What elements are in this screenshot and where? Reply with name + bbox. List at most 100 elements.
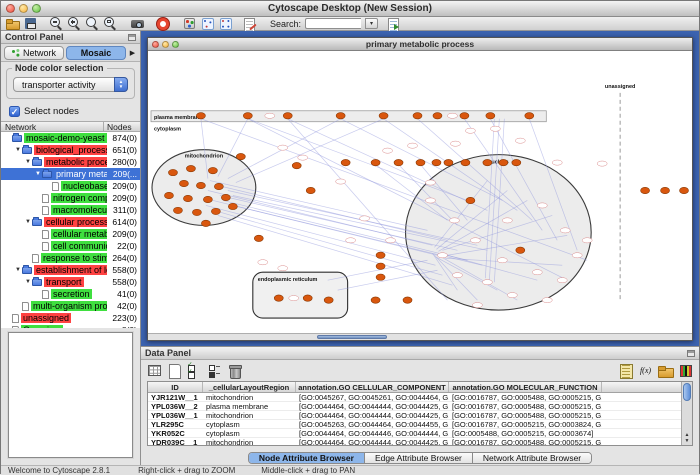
help-icon[interactable] [157, 18, 169, 30]
gene-node[interactable] [502, 218, 512, 223]
selected-gene-node[interactable] [179, 180, 188, 186]
network-tree-item[interactable]: response to stimulu264(0) [1, 252, 140, 264]
selected-gene-node[interactable] [341, 159, 350, 165]
import-table-icon[interactable] [386, 17, 399, 30]
gene-node[interactable] [346, 238, 356, 243]
selected-gene-node[interactable] [499, 159, 508, 165]
column-header[interactable]: ID [148, 382, 203, 392]
selected-gene-node[interactable] [324, 297, 333, 303]
collapse-triangle-icon[interactable]: ▼ [24, 279, 32, 285]
gene-node[interactable] [437, 253, 447, 258]
selected-gene-node[interactable] [403, 297, 412, 303]
selected-gene-node[interactable] [214, 183, 223, 189]
gene-node[interactable] [560, 228, 570, 233]
selected-gene-node[interactable] [413, 113, 422, 119]
scrollbar-thumb[interactable] [683, 383, 691, 401]
vizmapper-icon[interactable] [183, 17, 196, 30]
scrollbar-thumb[interactable] [317, 335, 388, 339]
tab-network[interactable]: Network [4, 46, 64, 60]
network-tree-item[interactable]: Overview8(0) [1, 324, 140, 328]
zoom-out-icon[interactable] [50, 17, 63, 30]
gene-node[interactable] [336, 179, 346, 184]
canvas-horizontal-scrollbar[interactable] [148, 333, 692, 340]
selected-gene-node[interactable] [192, 209, 201, 215]
network-tree-item[interactable]: nitrogen compo209(0) [1, 192, 140, 204]
selected-gene-node[interactable] [512, 159, 521, 165]
network-tree-item[interactable]: macromolecule311(0) [1, 204, 140, 216]
selected-gene-node[interactable] [466, 197, 475, 203]
gene-node[interactable] [582, 238, 592, 243]
network-column-header[interactable]: Network [1, 122, 104, 131]
gene-node[interactable] [465, 128, 475, 133]
selected-gene-node[interactable] [461, 159, 470, 165]
network-tree-item[interactable]: ▼transport558(0) [1, 276, 140, 288]
selected-gene-node[interactable] [376, 252, 385, 258]
collapse-triangle-icon[interactable]: ▼ [24, 159, 32, 165]
gene-node[interactable] [258, 260, 268, 265]
scrollbar-arrows-icon[interactable]: ▲▼ [682, 432, 692, 444]
collapse-triangle-icon[interactable]: ▼ [14, 267, 22, 273]
network-tree-item[interactable]: ▼metabolic process280(0) [1, 156, 140, 168]
network-tree-item[interactable]: cellular metabo209(0) [1, 228, 140, 240]
selected-gene-node[interactable] [516, 247, 525, 253]
network-tree-item[interactable]: ▼biological_process651(0) [1, 144, 140, 156]
selected-gene-node[interactable] [525, 113, 534, 119]
notes-icon[interactable] [618, 363, 633, 378]
gene-node[interactable] [408, 143, 418, 148]
selected-gene-node[interactable] [371, 297, 380, 303]
gene-node[interactable] [450, 141, 460, 146]
network-tree-item[interactable]: unassigned223(0) [1, 312, 140, 324]
column-header[interactable]: annotation.GO CELLULAR_COMPONENT [296, 382, 449, 392]
selected-gene-node[interactable] [283, 113, 292, 119]
open-session-icon[interactable] [6, 17, 19, 30]
selected-gene-node[interactable] [274, 295, 283, 301]
selected-gene-node[interactable] [183, 195, 192, 201]
selected-gene-node[interactable] [211, 208, 220, 214]
gene-node[interactable] [278, 145, 288, 150]
delete-attr-icon[interactable] [227, 363, 242, 378]
gene-node[interactable] [447, 113, 457, 118]
network-minimize-button[interactable] [162, 41, 169, 48]
selected-gene-node[interactable] [432, 159, 441, 165]
gene-node[interactable] [386, 238, 396, 243]
nodes-column-header[interactable]: Nodes [104, 122, 140, 132]
matrix-icon[interactable] [678, 363, 693, 378]
selected-gene-node[interactable] [661, 187, 670, 193]
selected-gene-node[interactable] [196, 182, 205, 188]
gene-node[interactable] [552, 160, 562, 165]
selected-gene-node[interactable] [292, 162, 301, 168]
network-tree-item[interactable]: secretion41(0) [1, 288, 140, 300]
network-window-titlebar[interactable]: primary metabolic process [148, 38, 692, 51]
gene-node[interactable] [452, 273, 462, 278]
zoom-in-icon[interactable] [68, 17, 81, 30]
selected-gene-node[interactable] [376, 263, 385, 269]
network-view-window[interactable]: primary metabolic process plasma membran… [147, 37, 693, 341]
gene-node[interactable] [515, 138, 525, 143]
selected-gene-node[interactable] [203, 196, 212, 202]
tab-node-attribute-browser[interactable]: Node Attribute Browser [249, 453, 365, 463]
collapse-triangle-icon[interactable]: ▼ [34, 171, 42, 177]
selected-gene-node[interactable] [221, 194, 230, 200]
float-panel-icon[interactable] [128, 34, 136, 41]
network-canvas[interactable]: plasma membranecytoplasmmitochondrionnuc… [148, 51, 692, 333]
select-nodes-checkbox[interactable] [9, 106, 20, 117]
selected-gene-node[interactable] [379, 113, 388, 119]
select-all-icon[interactable] [187, 363, 202, 378]
annotation-icon[interactable] [243, 17, 256, 30]
selected-gene-node[interactable] [164, 192, 173, 198]
camera-icon[interactable] [131, 17, 144, 30]
gene-node[interactable] [572, 253, 582, 258]
tab-edge-attribute-browser[interactable]: Edge Attribute Browser [365, 453, 473, 463]
gene-node[interactable] [449, 218, 459, 223]
zoom-fit-icon[interactable] [86, 17, 99, 30]
column-header[interactable]: annotation.GO MOLECULAR_FUNCTION [449, 382, 602, 392]
gene-node[interactable] [470, 238, 480, 243]
network-tree-item[interactable]: ▼establishment of lo558(0) [1, 264, 140, 276]
open-folder-icon[interactable] [658, 363, 673, 378]
gene-node[interactable] [497, 258, 507, 263]
gene-node[interactable] [482, 280, 492, 285]
birds-eye-view[interactable] [8, 332, 133, 458]
gene-node[interactable] [298, 155, 308, 160]
zoom-region-icon[interactable] [104, 17, 117, 30]
selected-gene-node[interactable] [680, 187, 689, 193]
